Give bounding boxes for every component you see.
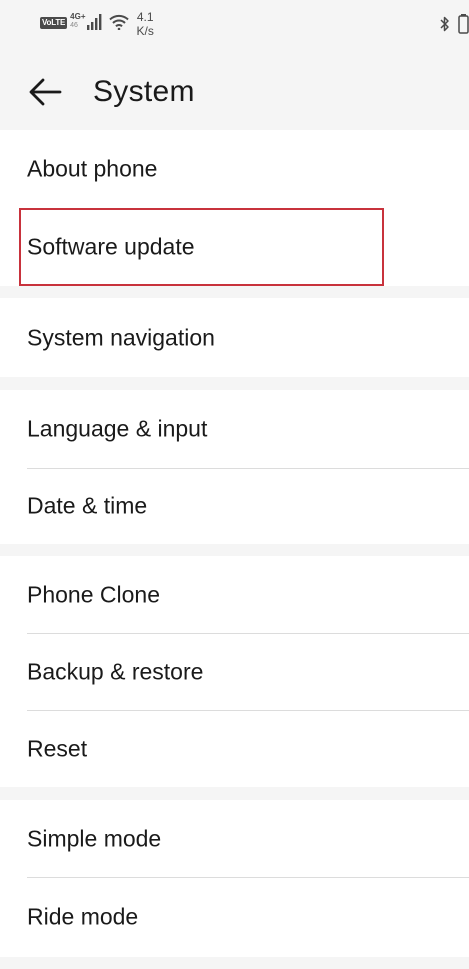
arrow-left-icon xyxy=(26,78,66,114)
status-left: VoLTE 4G+ 46 4.1 K/s xyxy=(40,10,154,40)
settings-group-5: Simple mode Ride mode xyxy=(0,800,469,957)
settings-group-3: Language & input Date & time xyxy=(0,390,469,544)
app-bar: System xyxy=(0,52,469,130)
wifi-icon xyxy=(108,14,129,35)
signal-icon xyxy=(86,14,103,35)
phone-clone-item[interactable]: Phone Clone xyxy=(0,556,469,633)
speed-value: 4.1 xyxy=(136,10,154,24)
back-button[interactable] xyxy=(26,74,66,110)
volte-badge: VoLTE xyxy=(40,17,68,29)
status-bar: VoLTE 4G+ 46 4.1 K/s xyxy=(0,0,469,52)
backup-restore-item[interactable]: Backup & restore xyxy=(0,633,469,710)
bluetooth-icon xyxy=(440,15,450,38)
about-phone-item[interactable]: About phone xyxy=(0,130,469,208)
network-sub: 46 xyxy=(70,22,78,29)
settings-group-1: About phone Software update xyxy=(0,130,469,286)
settings-group-4: Phone Clone Backup & restore Reset xyxy=(0,556,469,787)
reset-item[interactable]: Reset xyxy=(0,710,469,787)
speed-unit: K/s xyxy=(136,24,154,38)
network-label: 4G xyxy=(70,12,81,21)
settings-group-2: System navigation xyxy=(0,298,469,377)
simple-mode-item[interactable]: Simple mode xyxy=(0,800,469,877)
software-update-label: Software update xyxy=(27,233,195,260)
ride-mode-label: Ride mode xyxy=(27,903,139,930)
reset-label: Reset xyxy=(27,735,88,761)
battery-icon xyxy=(458,14,469,39)
network-speed: 4.1 K/s xyxy=(137,10,154,38)
ride-mode-item[interactable]: Ride mode xyxy=(0,877,469,957)
date-time-label: Date & time xyxy=(27,492,148,519)
date-time-item[interactable]: Date & time xyxy=(0,468,469,544)
language-input-label: Language & input xyxy=(27,415,208,442)
page-title: System xyxy=(93,75,195,108)
network-type: 4G+ 46 xyxy=(70,12,85,30)
language-input-item[interactable]: Language & input xyxy=(0,390,469,468)
phone-clone-label: Phone Clone xyxy=(27,581,160,607)
system-navigation-label: System navigation xyxy=(27,324,215,350)
about-phone-label: About phone xyxy=(27,155,158,182)
status-right xyxy=(440,14,469,39)
network-plus: + xyxy=(80,12,86,21)
backup-restore-label: Backup & restore xyxy=(27,658,204,684)
simple-mode-label: Simple mode xyxy=(27,825,162,851)
software-update-item[interactable]: Software update xyxy=(0,208,469,286)
system-navigation-item[interactable]: System navigation xyxy=(0,298,469,377)
